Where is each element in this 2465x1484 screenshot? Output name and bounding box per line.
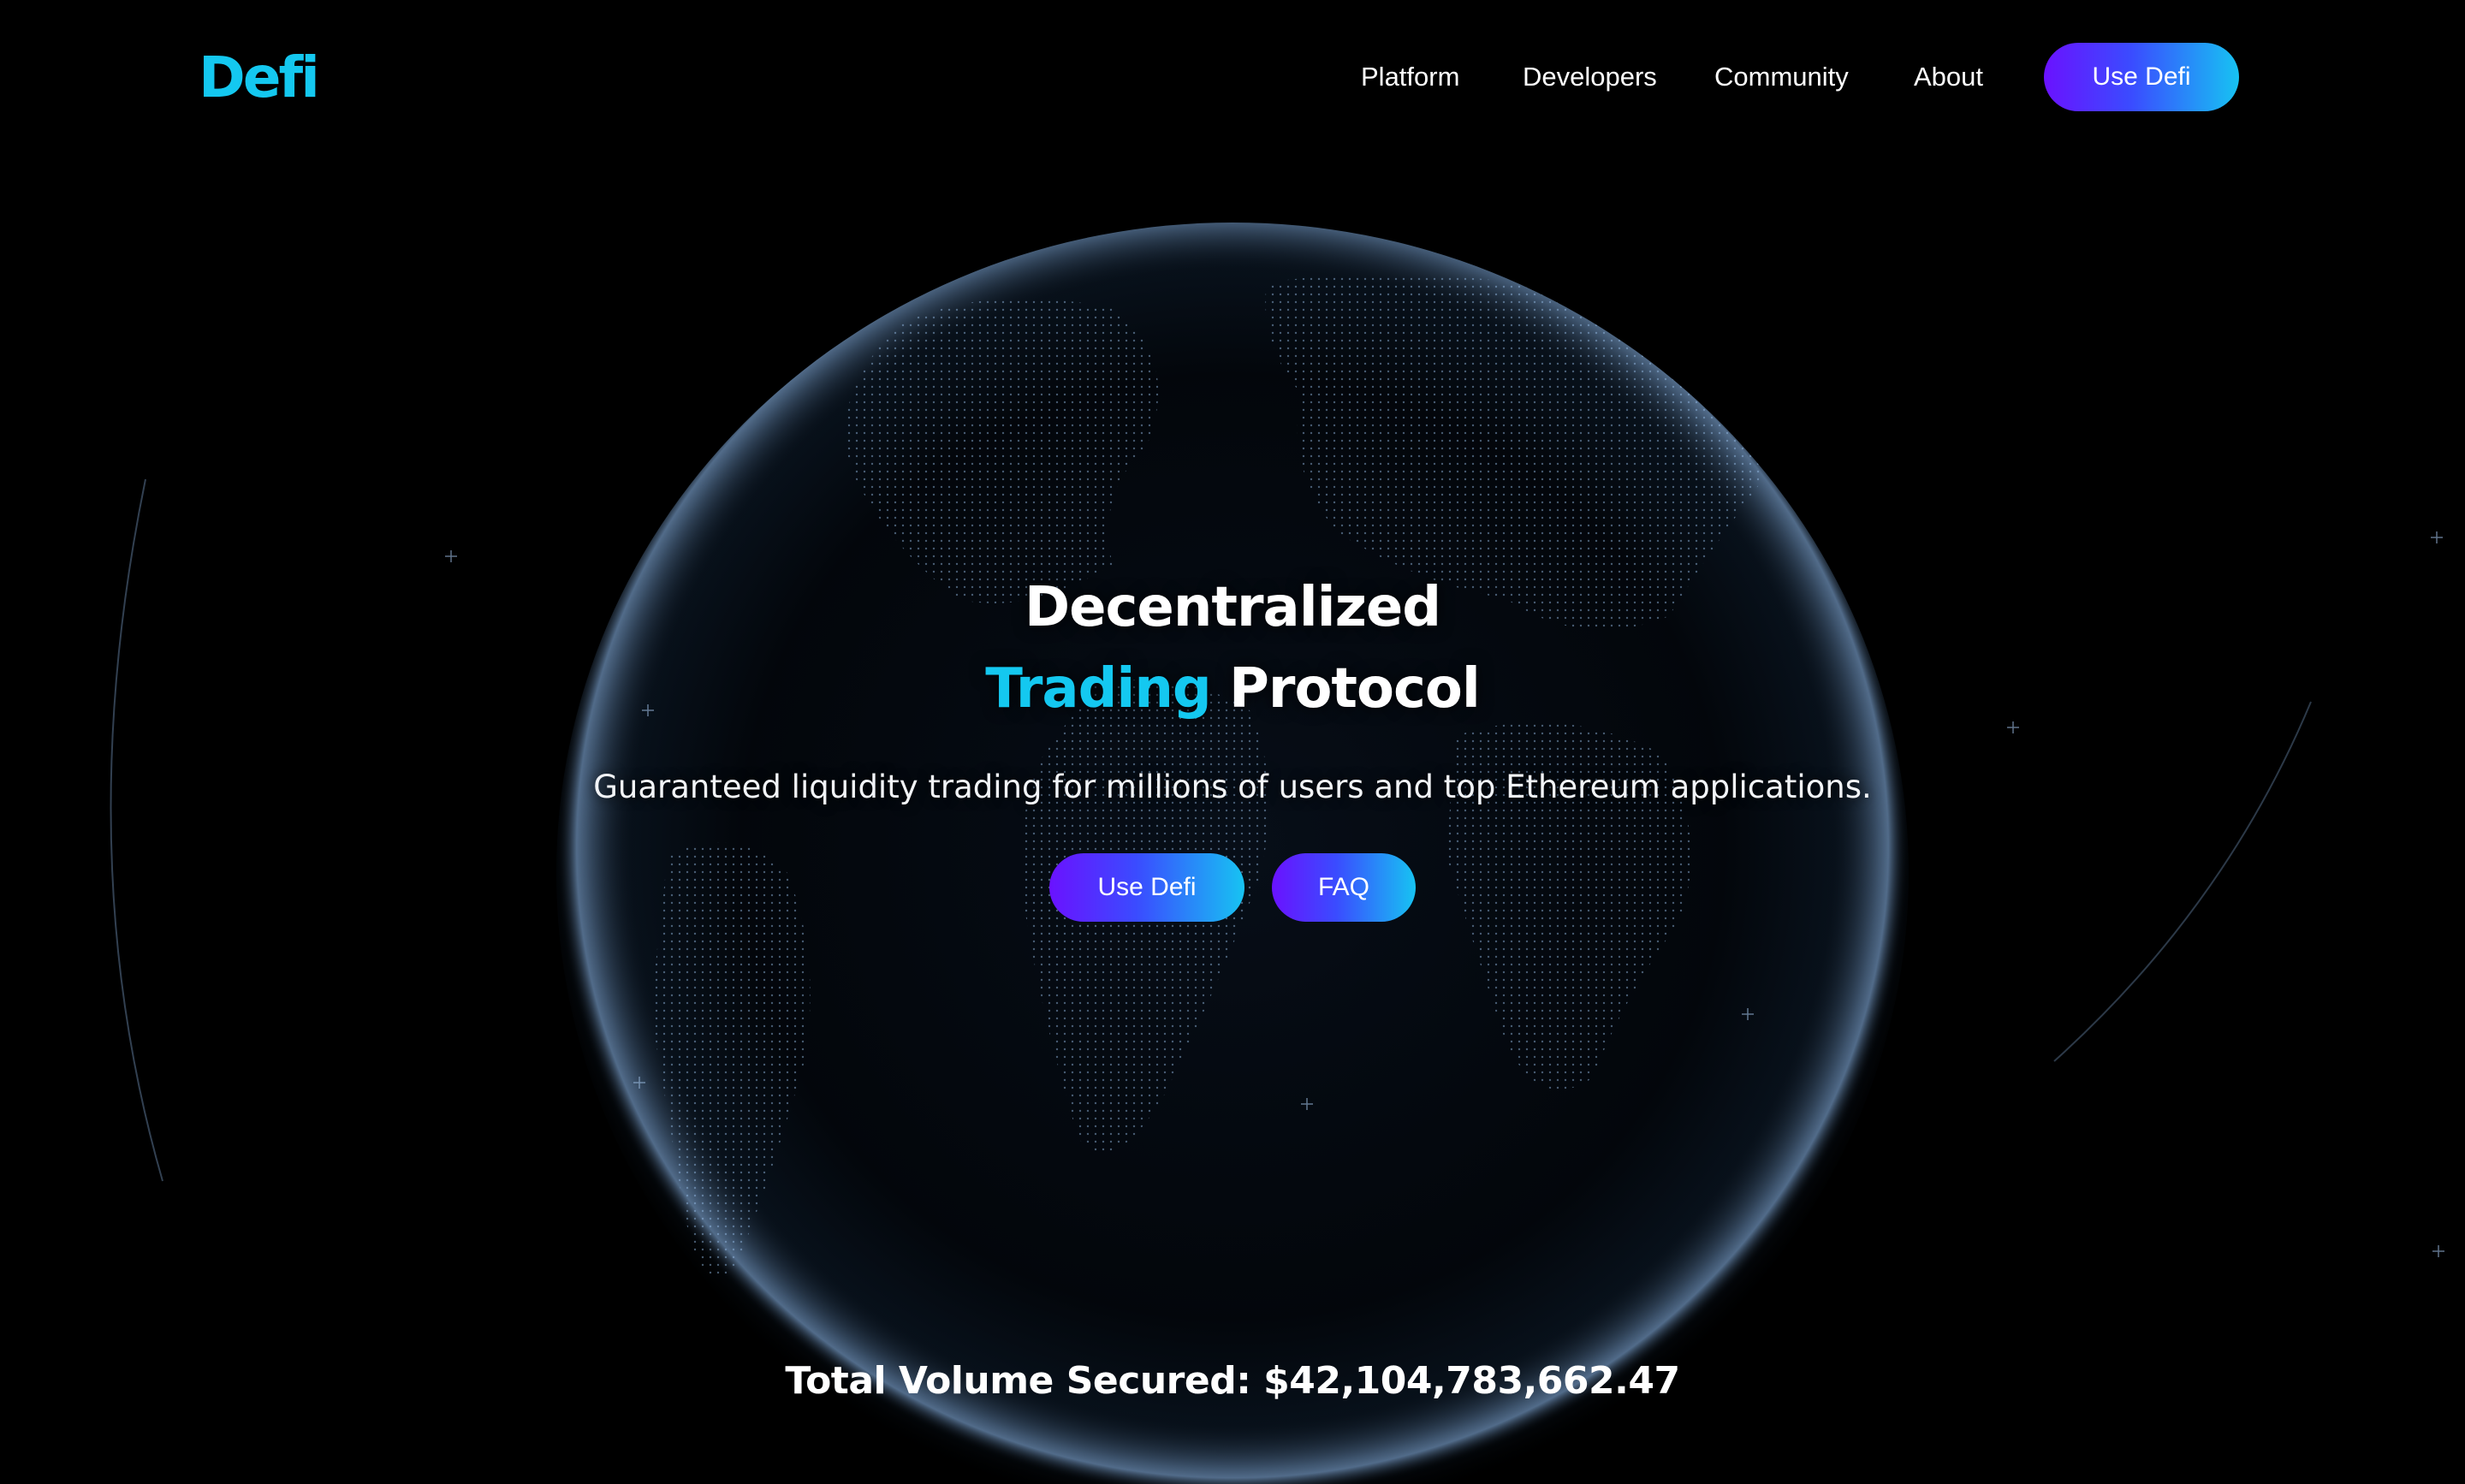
nav-link-developers[interactable]: Developers (1523, 62, 1657, 92)
total-volume-stat: Total Volume Secured: $42,104,783,662.47 (785, 1359, 1680, 1403)
hero-title-line1: Decentralized (1024, 576, 1441, 639)
nav-link-about[interactable]: About (1914, 62, 1983, 92)
hero-use-defi-button[interactable]: Use Defi (1049, 853, 1244, 922)
nav-use-defi-button[interactable]: Use Defi (2044, 43, 2239, 111)
hero-subtitle: Guaranteed liquidity trading for million… (593, 769, 1872, 805)
top-nav: Defi Platform Developers Community About… (0, 0, 2465, 154)
hero-title-line2: Trading Protocol (0, 657, 2465, 721)
nav-link-community[interactable]: Community (1714, 62, 1849, 92)
nav-link-platform[interactable]: Platform (1361, 62, 1459, 92)
hero-title-accent: Trading (985, 657, 1211, 721)
hero-faq-button[interactable]: FAQ (1272, 853, 1416, 922)
hero-title-rest: Protocol (1228, 657, 1481, 721)
hero: Decentralized Trading Protocol Guarantee… (0, 0, 2465, 1484)
landing-page: Defi Platform Developers Community About… (0, 0, 2465, 1484)
logo[interactable]: Defi (199, 45, 320, 110)
